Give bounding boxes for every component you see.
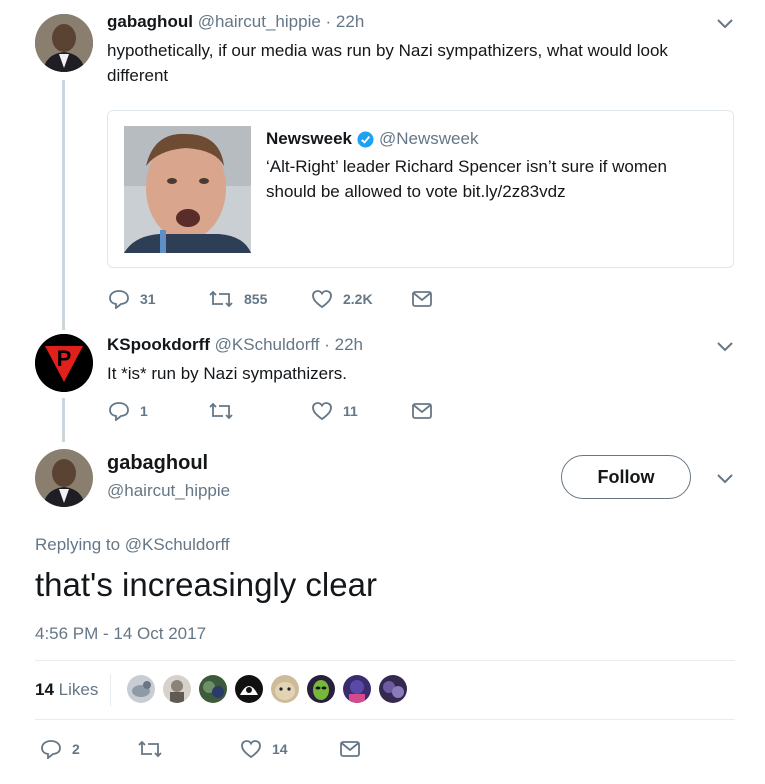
message-button[interactable] [412, 402, 432, 420]
like-count: 11 [343, 403, 358, 419]
retweet-button[interactable] [208, 401, 244, 421]
envelope-icon [412, 291, 432, 307]
tweet-text: It *is* run by Nazi sympathizers. [107, 364, 347, 383]
reply-count: 1 [140, 403, 148, 419]
quoted-image [124, 126, 251, 253]
tweet-header: KSpookdorff @KSchuldorff · 22h [107, 335, 363, 355]
retweet-icon [138, 740, 162, 758]
display-name[interactable]: gabaghoul [107, 452, 208, 475]
tweet-header: gabaghoul @haircut_hippie · 22h [107, 12, 364, 32]
display-name[interactable]: KSpookdorff [107, 335, 210, 354]
like-button[interactable]: 14 [240, 739, 288, 759]
like-button[interactable]: 2.2K [311, 289, 373, 309]
reply-button[interactable]: 31 [108, 289, 156, 309]
reply-icon [109, 402, 129, 421]
reply-button[interactable]: 1 [108, 401, 148, 421]
replying-to-handle[interactable]: @KSchuldorff [125, 535, 230, 554]
avatar[interactable]: P [35, 334, 93, 392]
retweet-icon [209, 402, 233, 420]
heart-icon [241, 740, 261, 759]
replying-to-label: Replying to [35, 535, 121, 554]
avatar[interactable] [35, 449, 93, 507]
like-count: 2.2K [343, 291, 373, 307]
envelope-icon [412, 403, 432, 419]
envelope-icon [340, 741, 360, 757]
liker-avatar[interactable] [127, 675, 155, 703]
reply-icon [109, 290, 129, 309]
likes-label: Likes [58, 680, 99, 699]
reply-icon [41, 740, 61, 759]
message-button[interactable] [412, 290, 432, 308]
liker-avatar[interactable] [271, 675, 299, 703]
handle[interactable]: @haircut_hippie [198, 12, 321, 31]
reply-count: 31 [140, 291, 156, 307]
thread-line [62, 80, 65, 330]
quoted-source-handle: @Newsweek [379, 129, 479, 148]
quoted-text: ‘Alt-Right’ leader Richard Spencer isn’t… [266, 157, 667, 201]
replying-to: Replying to @KSchuldorff [35, 535, 230, 555]
verified-badge-icon [357, 130, 374, 148]
thread-line [62, 398, 65, 442]
chevron-down-icon[interactable] [716, 341, 734, 353]
display-name[interactable]: gabaghoul [107, 12, 193, 31]
tweet-timestamp[interactable]: 4:56 PM - 14 Oct 2017 [35, 624, 206, 644]
handle[interactable]: @KSchuldorff [215, 335, 320, 354]
heart-icon [312, 402, 332, 421]
chevron-down-icon[interactable] [716, 18, 734, 30]
likes-stat[interactable]: 14 Likes [35, 680, 98, 700]
liker-avatar[interactable] [379, 675, 407, 703]
liker-avatar[interactable] [235, 675, 263, 703]
avatar-letter: P [57, 346, 72, 371]
tweet-time[interactable]: · 22h [324, 335, 363, 354]
likes-count: 14 [35, 680, 54, 699]
tweet-time[interactable]: · 22h [326, 12, 365, 31]
heart-icon [312, 290, 332, 309]
retweet-count: 855 [244, 291, 268, 307]
avatar[interactable] [35, 14, 93, 72]
stat-separator [110, 674, 111, 706]
tweet-text: hypothetically, if our media was run by … [107, 41, 668, 85]
liker-avatar[interactable] [199, 675, 227, 703]
like-count: 14 [272, 741, 288, 757]
chevron-down-icon[interactable] [716, 473, 734, 485]
main-tweet-text: that's increasingly clear [35, 566, 377, 603]
message-button[interactable] [340, 740, 360, 758]
retweet-button[interactable] [137, 739, 173, 759]
quoted-header: Newsweek @Newsweek [266, 129, 478, 149]
liker-avatar[interactable] [343, 675, 371, 703]
handle[interactable]: @haircut_hippie [107, 481, 230, 501]
liker-avatar[interactable] [307, 675, 335, 703]
reply-button[interactable]: 2 [40, 739, 80, 759]
like-button[interactable]: 11 [311, 401, 358, 421]
quoted-source-name: Newsweek [266, 129, 352, 148]
divider [35, 660, 735, 661]
retweet-button[interactable]: 855 [208, 289, 267, 309]
follow-button[interactable]: Follow [561, 455, 691, 499]
retweet-icon [209, 290, 233, 308]
divider [35, 719, 735, 720]
liker-avatar[interactable] [163, 675, 191, 703]
reply-count: 2 [72, 741, 80, 757]
